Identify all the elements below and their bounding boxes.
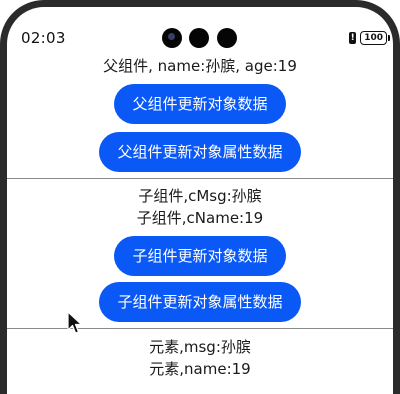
alert-icon: ! — [349, 32, 357, 44]
mouse-pointer-icon — [67, 311, 83, 334]
status-indicators: ! 100 — [349, 31, 390, 45]
sensor-icon — [217, 28, 237, 48]
sensor-icon — [189, 28, 209, 48]
section-divider — [7, 178, 393, 179]
parent-info-text: 父组件, name:孙膑, age:19 — [103, 57, 297, 75]
status-time: 02:03 — [21, 29, 66, 47]
status-bar: 02:03 ! 100 — [7, 7, 393, 51]
child-update-property-button[interactable]: 子组件更新对象属性数据 — [99, 282, 301, 322]
child-section: 子组件,cMsg:孙膑 子组件,cName:19 子组件更新对象数据 子组件更新… — [7, 186, 393, 322]
parent-section: 父组件, name:孙膑, age:19 父组件更新对象数据 父组件更新对象属性… — [7, 56, 393, 172]
parent-update-property-button[interactable]: 父组件更新对象属性数据 — [99, 132, 301, 172]
page-content: 父组件, name:孙膑, age:19 父组件更新对象数据 父组件更新对象属性… — [7, 56, 393, 379]
element-name-text: 元素,name:19 — [149, 360, 251, 378]
child-update-object-button[interactable]: 子组件更新对象数据 — [114, 236, 286, 276]
element-section: 元素,msg:孙膑 元素,name:19 — [7, 337, 393, 379]
front-camera-icon — [162, 28, 182, 48]
phone-screen: 02:03 ! 100 父组件, name:孙膑, age:19 父组件更新对象… — [0, 0, 400, 394]
battery-icon: 100 — [360, 31, 390, 45]
element-msg-text: 元素,msg:孙膑 — [149, 338, 251, 356]
parent-update-object-button[interactable]: 父组件更新对象数据 — [114, 84, 286, 124]
child-name-text: 子组件,cName:19 — [136, 209, 264, 227]
child-msg-text: 子组件,cMsg:孙膑 — [138, 187, 262, 205]
section-divider — [7, 328, 393, 329]
